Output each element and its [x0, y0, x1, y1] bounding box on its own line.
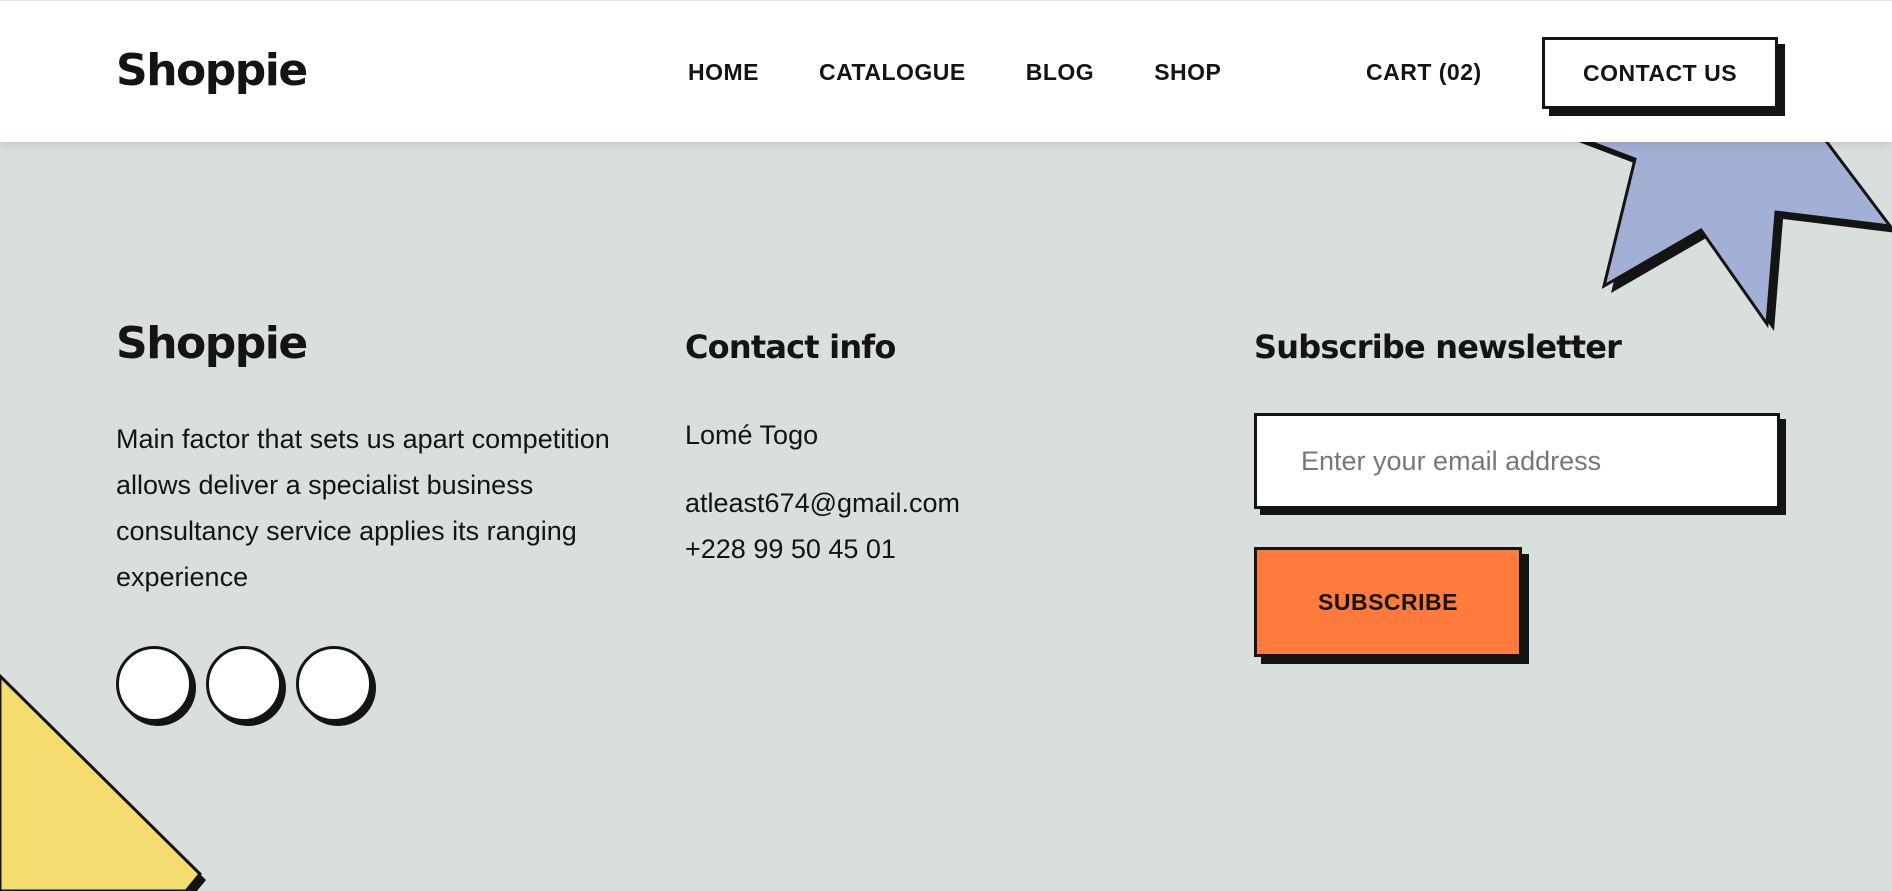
contact-email[interactable]: atleast674@gmail.com [685, 488, 960, 519]
contact-phone[interactable]: +228 99 50 45 01 [685, 534, 896, 565]
nav-item-home[interactable]: HOME [688, 59, 759, 86]
contact-info-heading: Contact info [685, 328, 896, 366]
nav-item-blog[interactable]: BLOG [1026, 59, 1094, 86]
site-header: Shoppie HOME CATALOGUE BLOG SHOP CART (0… [0, 0, 1892, 142]
contact-location: Lomé Togo [685, 420, 819, 450]
triangle-decoration [0, 673, 206, 891]
subscribe-button[interactable]: SUBSCRIBE [1254, 547, 1522, 657]
main-nav: HOME CATALOGUE BLOG SHOP [688, 59, 1221, 86]
about-text: Main factor that sets us apart competiti… [116, 424, 610, 592]
newsletter-email-input[interactable] [1254, 413, 1780, 509]
nav-item-shop[interactable]: SHOP [1154, 59, 1221, 86]
nav-item-catalogue[interactable]: CATALOGUE [819, 59, 966, 86]
newsletter-heading: Subscribe newsletter [1254, 328, 1622, 366]
cart-link[interactable]: CART (02) [1366, 59, 1482, 86]
social-icon-3[interactable] [296, 646, 372, 722]
header-logo[interactable]: Shoppie [116, 49, 308, 93]
contact-us-button[interactable]: CONTACT US [1542, 37, 1778, 109]
footer-logo[interactable]: Shoppie [116, 322, 308, 366]
